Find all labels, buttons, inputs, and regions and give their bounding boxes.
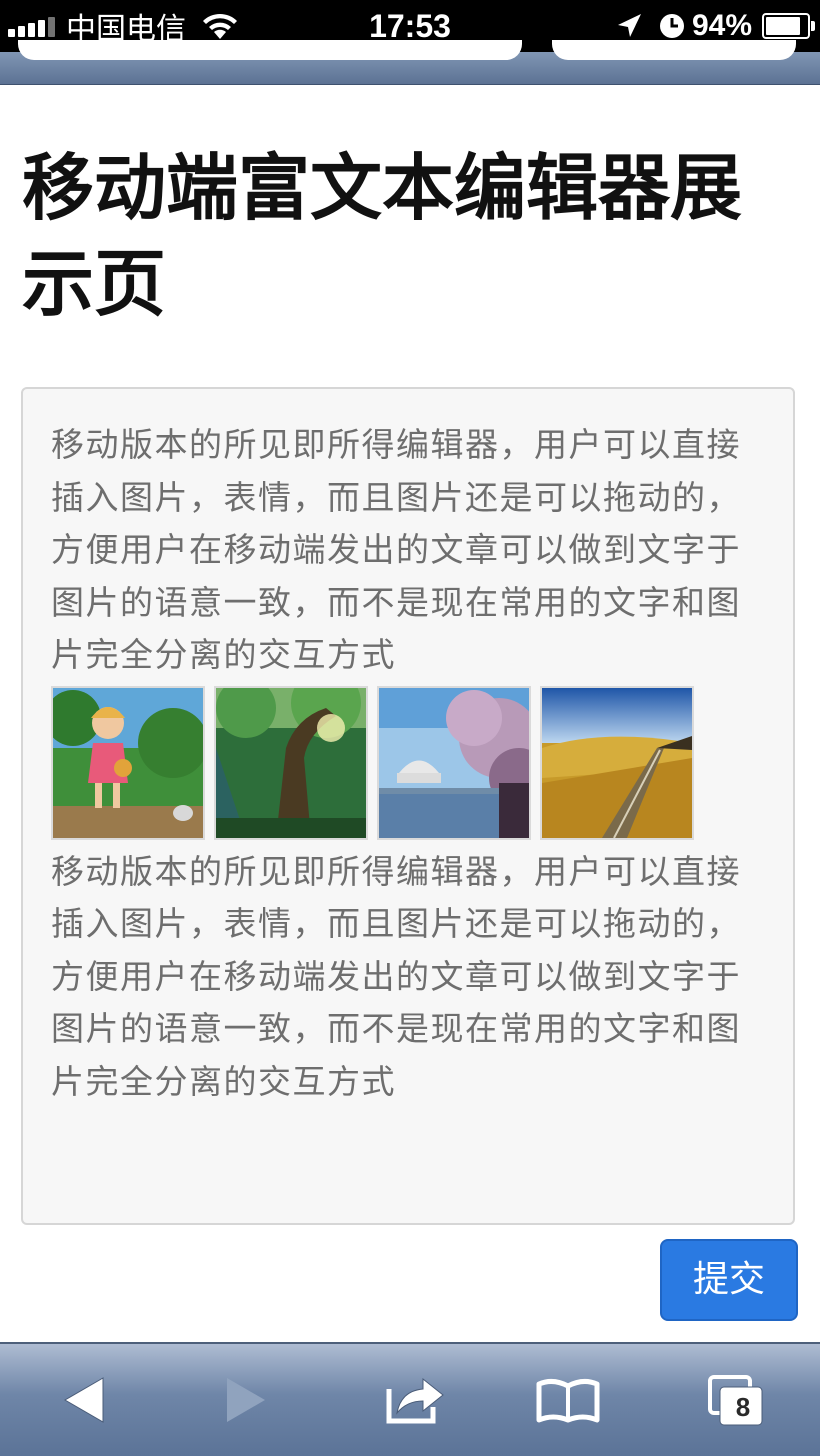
tabs-button[interactable]: 8 [676,1344,796,1456]
forward-button[interactable] [186,1344,306,1456]
tab-count: 8 [735,1392,751,1422]
cherry-blossom-lake-image[interactable] [377,685,531,840]
submit-button[interactable]: 提交 [660,1239,798,1321]
bookmarks-button[interactable] [508,1344,628,1456]
alarm-clock-icon [659,14,684,38]
address-field[interactable] [18,40,522,60]
browser-top-bar [0,40,820,85]
golden-field-road-image[interactable] [540,685,694,840]
back-arrow-icon [64,1377,104,1423]
battery-charging-icon [762,13,815,39]
battery-percent: 94% [691,9,752,42]
editor-paragraph[interactable]: 移动版本的所见即所得编辑器，用户可以直接插入图片，表情，而且图片还是可以拖动的，… [51,846,765,1109]
back-button[interactable] [24,1344,144,1456]
browser-toolbar: 8 [0,1342,820,1456]
share-icon [386,1377,444,1424]
rich-text-editor[interactable]: 移动版本的所见即所得编辑器，用户可以直接插入图片，表情，而且图片还是可以拖动的，… [21,387,795,1225]
share-button[interactable] [355,1344,475,1456]
image-row [51,685,765,840]
location-arrow-icon [617,14,641,37]
editor-paragraph[interactable]: 移动版本的所见即所得编辑器，用户可以直接插入图片，表情，而且图片还是可以拖动的，… [51,419,765,682]
forward-arrow-icon [227,1378,265,1422]
search-field[interactable] [552,40,796,60]
page-title: 移动端富文本编辑器展示页 [22,146,743,326]
anime-girl-walking-image[interactable] [51,685,205,840]
forest-tree-image[interactable] [214,685,368,840]
bookmarks-icon [536,1378,600,1423]
